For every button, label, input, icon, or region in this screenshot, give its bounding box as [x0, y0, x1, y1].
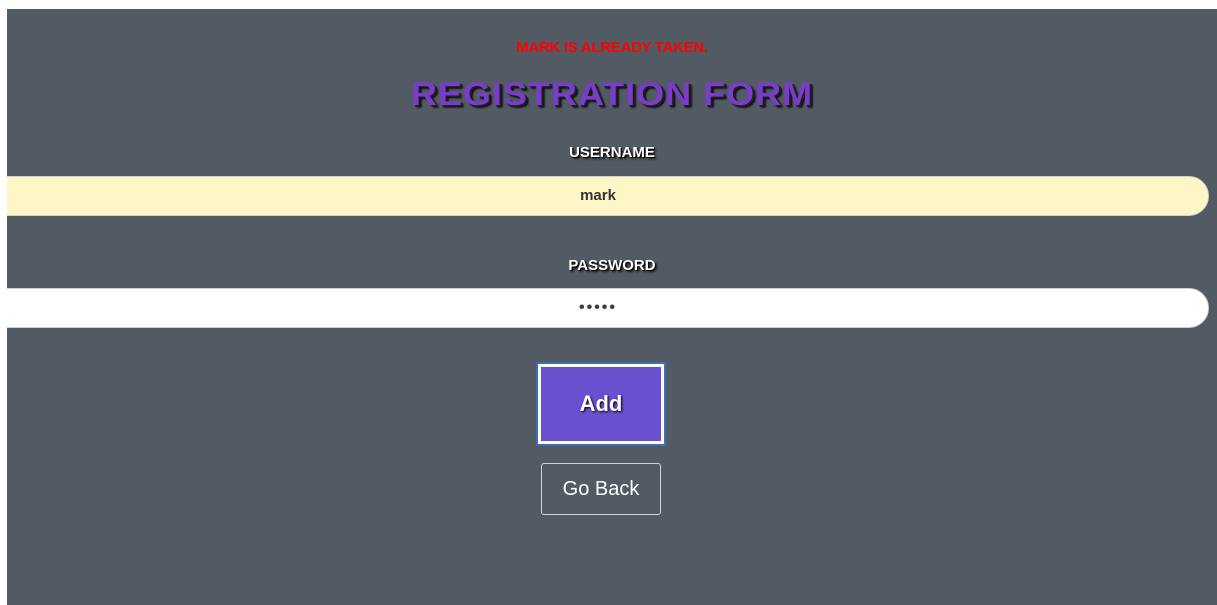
username-input[interactable]: mark	[7, 176, 1209, 216]
password-input[interactable]: •••••	[7, 288, 1209, 328]
username-label: USERNAME	[569, 144, 655, 161]
go-back-button[interactable]: Go Back	[541, 463, 661, 515]
page-title: REGISTRATION FORM	[410, 75, 814, 112]
registration-page: MARK IS ALREADY TAKEN. REGISTRATION FORM…	[7, 9, 1217, 605]
add-button[interactable]: Add	[536, 362, 666, 446]
password-label: PASSWORD	[568, 257, 656, 274]
error-message: MARK IS ALREADY TAKEN.	[516, 39, 708, 56]
